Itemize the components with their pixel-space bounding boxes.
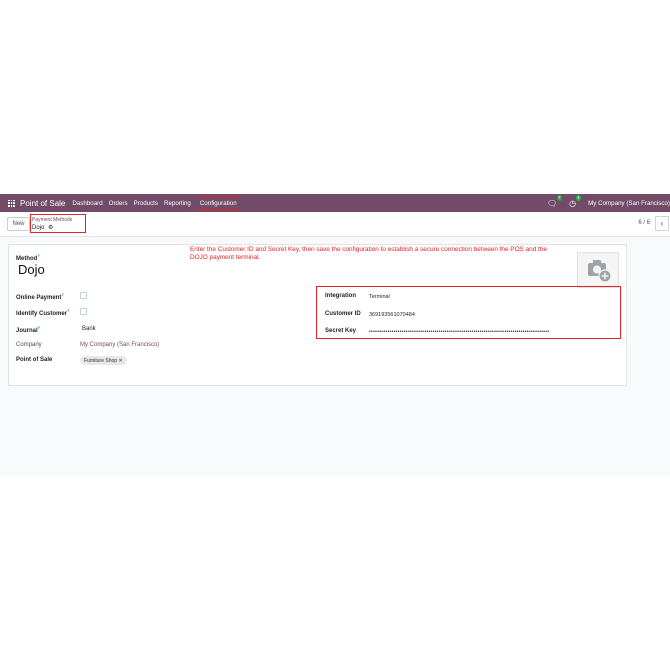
breadcrumb-current: Dojo ⚙ [32,224,53,231]
breadcrumb-parent-link[interactable]: Payment Methods [32,217,72,223]
breadcrumb: Payment Methods Dojo ⚙ [30,214,86,233]
menu-configuration[interactable]: Configuration [196,196,240,210]
integration-field[interactable]: Terminal [369,294,390,300]
journal-field[interactable]: Bank [82,326,96,332]
pos-tag-label: Furniture Shop [84,357,118,364]
gear-icon[interactable]: ⚙ [48,225,53,231]
journal-label: Journal? [16,325,40,334]
help-icon[interactable]: ? [67,308,69,313]
pos-tag[interactable]: Furniture Shop ✕ [80,356,127,365]
customer-id-input[interactable]: 369193561070484 [369,312,415,318]
chat-icon[interactable]: 🗨 7 [547,194,563,208]
menu-dashboard[interactable]: Dashboard [71,198,103,209]
navbar-right: 🗨 7 ◷ 4 My Company (San Francisco) [547,194,670,212]
method-name-field[interactable]: Dojo [18,262,45,277]
camera-add-icon [588,260,612,283]
online-payment-checkbox[interactable] [80,292,87,299]
online-payment-label: Online Payment? [16,292,64,301]
image-upload[interactable] [577,252,619,288]
menu-products[interactable]: Products [133,198,159,209]
customer-id-label: Customer ID [325,311,361,317]
identify-customer-label: Identify Customer? [16,308,69,317]
app-area: Point of Sale Dashboard Orders Products … [0,194,670,476]
method-label: Method? [16,253,40,262]
close-icon[interactable]: ✕ [118,358,122,364]
chevron-left-icon[interactable]: ‹ [655,216,669,231]
online-payment-label-text: Online Payment [16,295,62,301]
activity-clock-icon[interactable]: ◷ 4 [569,194,582,208]
point-of-sale-label: Point of Sale [16,357,53,363]
breadcrumb-current-label: Dojo [32,225,45,231]
apps-grid-icon[interactable] [8,199,15,207]
identify-customer-label-text: Identify Customer [16,311,68,317]
dojo-settings-group: Integration Terminal Customer ID 3691935… [316,286,621,339]
control-panel: New Payment Methods Dojo ⚙ 6 / 6 ‹ [0,212,670,237]
company-label: Company [16,342,42,348]
help-icon[interactable]: ? [61,292,63,297]
app-title[interactable]: Point of Sale [20,199,65,208]
form-sheet: Method? Dojo Enter the Customer ID and S… [8,244,627,386]
journal-label-text: Journal [16,328,38,334]
help-icon[interactable]: ? [38,325,40,330]
secret-key-label: Secret Key [325,328,357,334]
pager-value[interactable]: 6 / 6 [638,220,650,226]
top-navbar: Point of Sale Dashboard Orders Products … [0,194,670,212]
menu-reporting[interactable]: Reporting [163,198,192,209]
secret-key-input[interactable]: ••••••••••••••••••••••••••••••••••••••••… [369,329,617,335]
instruction-annotation: Enter the Customer ID and Secret Key, th… [190,246,547,261]
company-field[interactable]: My Company (San Francisco) [80,342,159,348]
activity-badge: 4 [575,194,582,201]
help-icon[interactable]: ? [37,253,39,258]
integration-label: Integration [325,293,356,299]
chat-badge: 7 [556,194,563,201]
menu-orders[interactable]: Orders [108,198,129,209]
identify-customer-checkbox[interactable] [80,308,87,315]
new-button[interactable]: New [7,217,30,231]
company-switcher[interactable]: My Company (San Francisco) [588,200,670,207]
